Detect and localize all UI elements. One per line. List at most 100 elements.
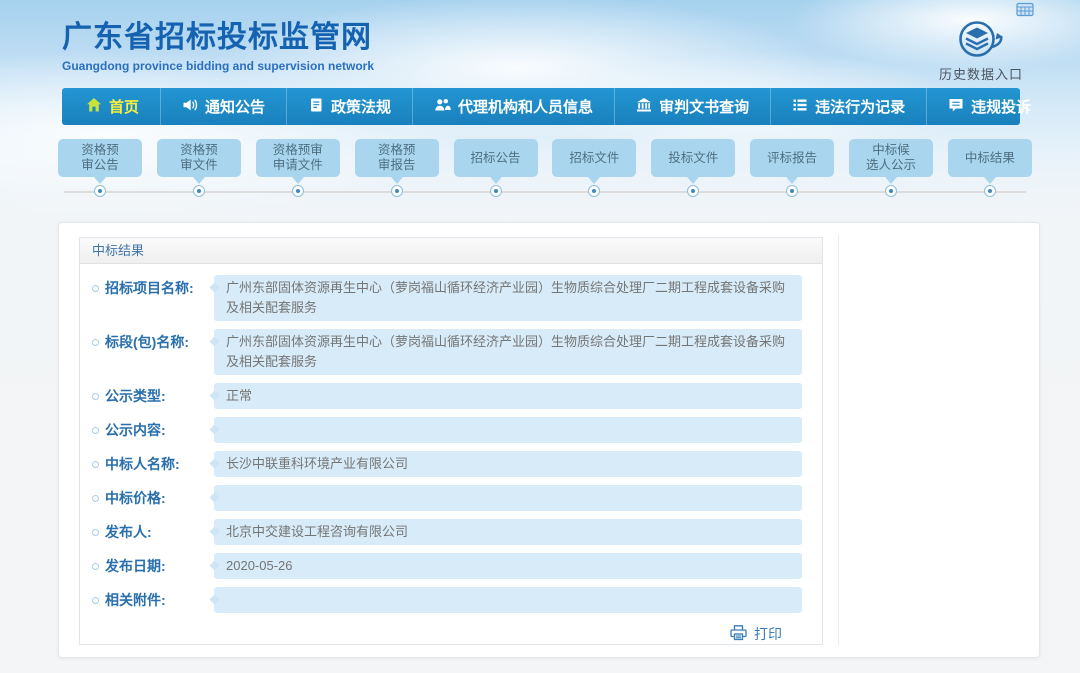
nav-item-agencies[interactable]: 代理机构和人员信息 <box>413 88 615 125</box>
step-dot <box>193 185 205 197</box>
result-form: 招标项目名称: 广州东部固体资源再生中心（萝岗福山循环经济产业园）生物质综合处理… <box>80 264 822 646</box>
bullet-icon <box>92 597 99 604</box>
step-pointer <box>786 177 798 184</box>
step-label[interactable]: 中标候 选人公示 <box>849 139 933 177</box>
step-evaluation-report[interactable]: 评标报告 <box>750 139 834 197</box>
step-winning-result[interactable]: 中标结果 <box>948 139 1032 197</box>
nav-item-judgment-docs[interactable]: 审判文书查询 <box>615 88 771 125</box>
step-label[interactable]: 中标结果 <box>948 139 1032 177</box>
step-dot <box>94 185 106 197</box>
step-pointer <box>984 177 996 184</box>
field-label: 中标价格: <box>92 485 214 511</box>
step-prequalification-announcement[interactable]: 资格预 审公告 <box>58 139 142 197</box>
field-value: 正常 <box>214 383 802 409</box>
bullet-icon <box>92 461 99 468</box>
step-dot <box>588 185 600 197</box>
document-icon <box>308 97 324 117</box>
field-value: 2020-05-26 <box>214 553 802 579</box>
print-row: 打印 <box>92 621 802 646</box>
field-row-winner-name: 中标人名称: 长沙中联重科环境产业有限公司 <box>92 451 802 477</box>
field-row-section-name: 标段(包)名称: 广州东部固体资源再生中心（萝岗福山循环经济产业园）生物质综合处… <box>92 329 802 375</box>
field-label: 公示类型: <box>92 383 214 409</box>
field-row-publicity-content: 公示内容: <box>92 417 802 443</box>
main-nav: 首页 通知公告 政策法规 代理机构和人员信息 审判文书查询 <box>62 88 1020 125</box>
field-label: 标段(包)名称: <box>92 329 214 375</box>
field-value: 广州东部固体资源再生中心（萝岗福山循环经济产业园）生物质综合处理厂二期工程成套设… <box>214 275 802 321</box>
site-logo[interactable]: 广东省招标投标监管网 Guangdong province bidding an… <box>62 12 374 73</box>
field-value: 广州东部固体资源再生中心（萝岗福山循环经济产业园）生物质综合处理厂二期工程成套设… <box>214 329 802 375</box>
step-pointer <box>292 177 304 184</box>
nav-item-notices[interactable]: 通知公告 <box>161 88 287 125</box>
content-panel: 中标结果 招标项目名称: 广州东部固体资源再生中心（萝岗福山循环经济产业园）生物… <box>58 222 1040 658</box>
history-data-entry[interactable]: 历史数据入口 <box>916 16 1046 83</box>
field-row-winning-price: 中标价格: <box>92 485 802 511</box>
step-prequalification-document[interactable]: 资格预 审文件 <box>157 139 241 197</box>
nav-item-label: 政策法规 <box>331 96 391 117</box>
print-label: 打印 <box>754 624 782 644</box>
step-pointer <box>687 177 699 184</box>
nav-item-policies[interactable]: 政策法规 <box>287 88 413 125</box>
step-dot <box>391 185 403 197</box>
step-bid-document[interactable]: 投标文件 <box>651 139 735 197</box>
field-value <box>214 587 802 613</box>
page: 广东省招标投标监管网 Guangdong province bidding an… <box>0 0 1080 673</box>
step-label[interactable]: 投标文件 <box>651 139 735 177</box>
bullet-icon <box>92 393 99 400</box>
step-pointer <box>885 177 897 184</box>
site-subtitle: Guangdong province bidding and supervisi… <box>62 59 374 73</box>
step-label[interactable]: 评标报告 <box>750 139 834 177</box>
field-value: 北京中交建设工程咨询有限公司 <box>214 519 802 545</box>
nav-item-label: 违法行为记录 <box>815 96 905 117</box>
step-label[interactable]: 资格预 审报告 <box>355 139 439 177</box>
chat-icon <box>948 97 964 117</box>
bullet-icon <box>92 529 99 536</box>
nav-item-violation-records[interactable]: 违法行为记录 <box>771 88 927 125</box>
step-label[interactable]: 招标公告 <box>454 139 538 177</box>
nav-item-label: 审判文书查询 <box>659 96 749 117</box>
bullet-icon <box>92 495 99 502</box>
field-label: 相关附件: <box>92 587 214 613</box>
step-tender-announcement[interactable]: 招标公告 <box>454 139 538 197</box>
step-dot <box>292 185 304 197</box>
bullet-icon <box>92 427 99 434</box>
field-label: 发布人: <box>92 519 214 545</box>
home-icon <box>86 97 102 117</box>
step-pointer <box>94 177 106 184</box>
bullet-icon <box>92 285 99 292</box>
field-value <box>214 485 802 511</box>
print-button[interactable]: 打印 <box>729 624 782 644</box>
nav-item-complaints[interactable]: 违规投诉 <box>927 88 1052 125</box>
list-icon <box>792 97 808 117</box>
step-pointer <box>490 177 502 184</box>
step-prequalification-application[interactable]: 资格预审 申请文件 <box>256 139 340 197</box>
nav-item-home[interactable]: 首页 <box>62 88 161 125</box>
printer-icon <box>729 624 748 644</box>
step-dot <box>687 185 699 197</box>
step-tender-document[interactable]: 招标文件 <box>552 139 636 197</box>
step-pointer <box>391 177 403 184</box>
field-value <box>214 417 802 443</box>
history-data-label: 历史数据入口 <box>916 64 1046 83</box>
speaker-icon <box>182 97 198 117</box>
field-label: 招标项目名称: <box>92 275 214 321</box>
field-row-publish-date: 发布日期: 2020-05-26 <box>92 553 802 579</box>
step-dot <box>984 185 996 197</box>
people-icon <box>434 97 451 117</box>
step-label[interactable]: 资格预 审公告 <box>58 139 142 177</box>
step-pointer <box>588 177 600 184</box>
step-label[interactable]: 招标文件 <box>552 139 636 177</box>
step-winning-candidates[interactable]: 中标候 选人公示 <box>849 139 933 197</box>
step-prequalification-report[interactable]: 资格预 审报告 <box>355 139 439 197</box>
field-label: 中标人名称: <box>92 451 214 477</box>
field-row-publicity-type: 公示类型: 正常 <box>92 383 802 409</box>
field-value: 长沙中联重科环境产业有限公司 <box>214 451 802 477</box>
nav-item-label: 代理机构和人员信息 <box>458 96 593 117</box>
step-dot <box>490 185 502 197</box>
step-dot <box>885 185 897 197</box>
step-label[interactable]: 资格预 审文件 <box>157 139 241 177</box>
nav-item-label: 首页 <box>109 96 139 117</box>
bullet-icon <box>92 339 99 346</box>
field-row-attachments: 相关附件: <box>92 587 802 613</box>
bullet-icon <box>92 563 99 570</box>
step-label[interactable]: 资格预审 申请文件 <box>256 139 340 177</box>
